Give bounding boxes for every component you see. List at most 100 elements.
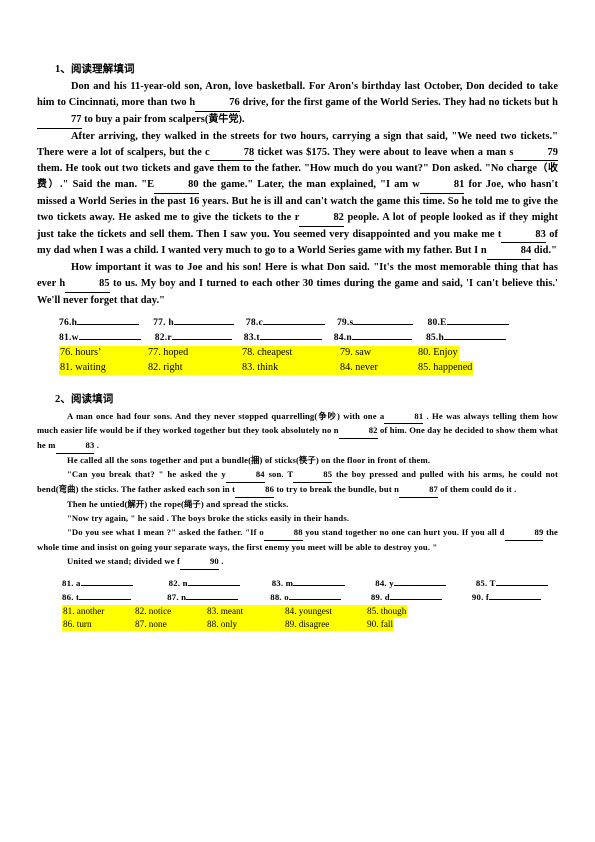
- answer-key-item: 85. though: [367, 605, 407, 616]
- fill-in-blank[interactable]: 83: [55, 439, 95, 455]
- answer-slot-label: 84.n: [333, 331, 352, 343]
- answer-key-item: 80. Enjoy: [418, 347, 458, 359]
- answer-slot[interactable]: 80.E: [427, 315, 509, 330]
- answer-key-item: 85. happened: [418, 361, 473, 373]
- fill-in-blank[interactable]: 84: [486, 243, 532, 261]
- section-1: 1、阅读理解填词 Don and his 11-year-old son, Ar…: [37, 62, 558, 376]
- answer-slot[interactable]: 87. n: [167, 590, 239, 604]
- answer-slot[interactable]: 81. a: [62, 576, 133, 590]
- fill-in-blank[interactable]: 76: [195, 95, 240, 112]
- answer-slot-rule[interactable]: [495, 576, 548, 586]
- fill-in-blank[interactable]: 85: [293, 468, 333, 484]
- answer-key-item: 84. youngest: [285, 605, 332, 616]
- paragraph: United we stand; divided we f 90 .: [37, 555, 558, 570]
- answer-slot[interactable]: 82.r: [155, 330, 232, 345]
- answer-key-row: 86. turn 87. none 88. only 89. disagree 90. …: [62, 617, 558, 631]
- answer-slot[interactable]: 83.t: [244, 330, 322, 345]
- answer-slot-rule[interactable]: [489, 590, 542, 600]
- answer-slot[interactable]: 81.w: [59, 330, 141, 345]
- answer-slot-rule[interactable]: [444, 330, 507, 340]
- paragraph: A man once had four sons. And they never…: [37, 410, 558, 455]
- fill-in-blank[interactable]: 79: [513, 145, 558, 162]
- fill-in-blank[interactable]: 86: [235, 483, 275, 499]
- chinese-gloss: 捆: [251, 455, 260, 466]
- answer-slot[interactable]: 78.c: [246, 315, 325, 330]
- answer-slot-rule[interactable]: [78, 330, 141, 340]
- fill-in-blank[interactable]: 82: [299, 210, 344, 227]
- fill-in-blank[interactable]: 85: [65, 276, 110, 293]
- answer-slot[interactable]: 82. n: [169, 576, 240, 590]
- fill-in-blank[interactable]: 77: [37, 112, 82, 129]
- paragraph: "Now try again, " he said . The boys bro…: [67, 513, 350, 524]
- answer-slot-rule[interactable]: [187, 576, 240, 586]
- document-page: 1、阅读理解填词 Don and his 11-year-old son, Ar…: [0, 0, 595, 842]
- answer-key-item: 81. waiting: [60, 361, 106, 373]
- answer-slot[interactable]: 84.n: [334, 330, 412, 345]
- answer-key-highlight: 86. turn 87. none 88. only 89. disagree 90. …: [62, 617, 395, 631]
- fill-in-blank[interactable]: 87: [399, 483, 438, 499]
- paragraph: How important it was to Joe and his son!…: [37, 262, 558, 306]
- fill-in-blank[interactable]: 84: [225, 468, 265, 484]
- answer-slot-rule[interactable]: [351, 330, 412, 340]
- answer-slot[interactable]: 77. h: [153, 315, 234, 330]
- answer-slot-rule[interactable]: [259, 330, 322, 340]
- fill-in-blank[interactable]: 82: [338, 424, 378, 440]
- fill-in-blank[interactable]: 81: [419, 177, 465, 194]
- answer-slot[interactable]: 90. f: [472, 590, 542, 604]
- paragraph: "Do you see what I mean ?" asked the fat…: [37, 526, 558, 552]
- answer-key-item: 82. right: [148, 361, 183, 373]
- answer-slot[interactable]: 85. T: [476, 576, 548, 590]
- fill-in-blank[interactable]: 81: [384, 410, 424, 425]
- answer-slot-rule[interactable]: [446, 315, 509, 325]
- answer-key-item: 87. none: [135, 618, 167, 629]
- answer-slot-rule[interactable]: [393, 576, 446, 586]
- fill-in-blank[interactable]: 80: [154, 177, 199, 194]
- answer-key-item: 76. hours’: [60, 347, 102, 359]
- answer-slot-row: 81. a 82. n 83. m 84. y 85. T: [37, 576, 558, 590]
- answer-key-item: 77. hoped: [148, 347, 189, 359]
- section-2: 2、阅读填词 A man once had four sons. And the…: [37, 392, 558, 631]
- answer-slot-rule[interactable]: [79, 590, 132, 600]
- answer-key-highlight: 81. waiting 82. right 83. think 84. never 85…: [59, 360, 474, 376]
- section-1-answer-slots: 76.h 77. h 78.c 79.s 80.E 81.w 82.r 83.t 84.n 85.…: [37, 315, 558, 346]
- answer-key-item: 83. think: [242, 361, 279, 373]
- answer-slot-rule[interactable]: [171, 330, 232, 340]
- fill-in-blank[interactable]: 83: [501, 227, 546, 244]
- answer-key-item: 84. never: [340, 361, 378, 373]
- answer-slot-rule[interactable]: [186, 590, 239, 600]
- answer-slot[interactable]: 89. d: [371, 590, 442, 604]
- answer-slot[interactable]: 88. o: [270, 590, 341, 604]
- answer-slot-label: 76.h: [59, 316, 78, 328]
- answer-slot-rule[interactable]: [353, 315, 414, 325]
- answer-key-item: 86. turn: [63, 618, 92, 629]
- answer-slot-rule[interactable]: [77, 315, 140, 325]
- answer-slot-rule[interactable]: [80, 576, 133, 586]
- answer-slot-rule[interactable]: [173, 315, 234, 325]
- paragraph: He called all the sons together and put …: [67, 455, 431, 466]
- section-2-passage: A man once had four sons. And they never…: [37, 410, 558, 570]
- answer-slot[interactable]: 76.h: [59, 315, 140, 330]
- answer-slot[interactable]: 79.s: [337, 315, 414, 330]
- answer-slot-label: 88. o: [270, 591, 289, 602]
- section-2-answer-slots: 81. a 82. n 83. m 84. y 85. T 86. t 87. n 88. o…: [37, 576, 558, 604]
- answer-slot-rule[interactable]: [262, 315, 325, 325]
- paragraph: Then he untied(解开) the rope(绳子) and spre…: [67, 499, 289, 510]
- fill-in-blank[interactable]: 90: [179, 555, 219, 570]
- fill-in-blank[interactable]: 89: [504, 526, 544, 541]
- answer-slot-row: 76.h 77. h 78.c 79.s 80.E: [37, 315, 558, 330]
- answer-slot[interactable]: 83. m: [272, 576, 346, 590]
- answer-slot[interactable]: 86. t: [62, 590, 132, 604]
- answer-slot-label: 87. n: [167, 591, 187, 602]
- fill-in-blank[interactable]: 78: [209, 145, 255, 162]
- answer-key-item: 81. another: [63, 605, 105, 616]
- answer-slot-label: 81. a: [62, 577, 81, 588]
- answer-slot-rule[interactable]: [389, 590, 442, 600]
- answer-slot-label: 77. h: [153, 316, 174, 328]
- answer-slot-rule[interactable]: [293, 576, 346, 586]
- answer-slot[interactable]: 85.h: [426, 330, 507, 345]
- answer-slot-row: 81.w 82.r 83.t 84.n 85.h: [37, 330, 558, 345]
- fill-in-blank[interactable]: 88: [263, 526, 303, 541]
- answer-slot-label: 89. d: [370, 591, 390, 602]
- answer-slot-rule[interactable]: [288, 590, 341, 600]
- answer-slot[interactable]: 84. y: [375, 576, 446, 590]
